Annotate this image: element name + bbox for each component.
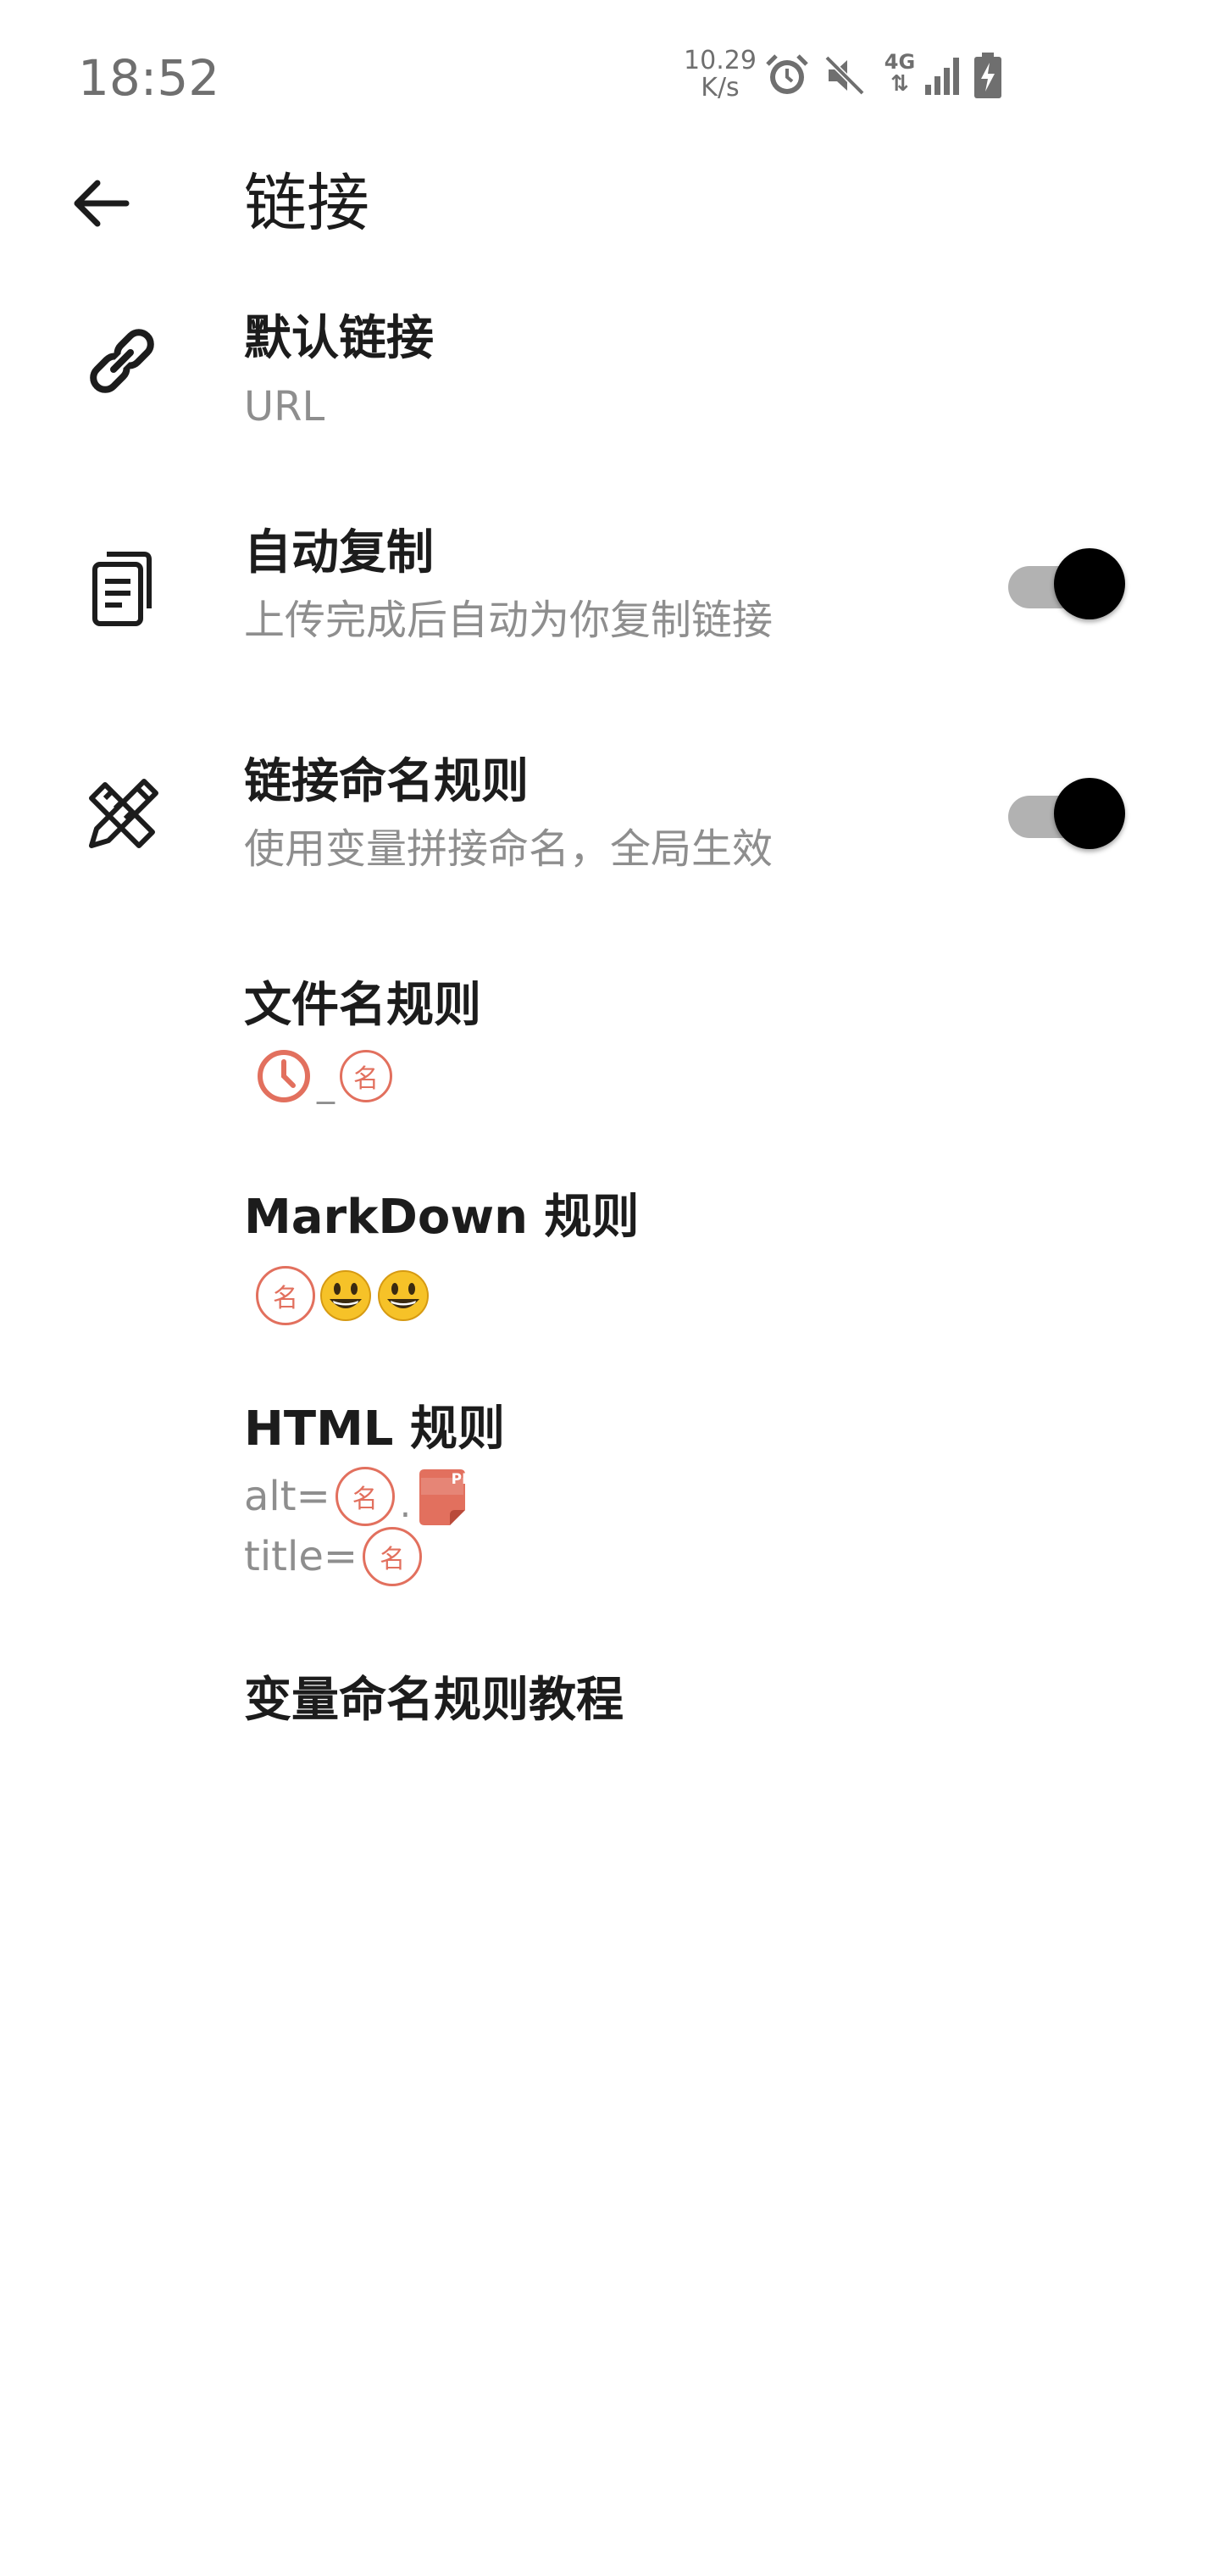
setting-naming-rule[interactable]: 链接命名规则 使用变量拼接命名，全局生效 [0, 737, 1220, 907]
markdown-rule-title: MarkDown 规则 [244, 1188, 639, 1247]
tutorial-title: 变量命名规则教程 [244, 1673, 624, 1728]
4g-data-icon: 4G ⇅ [883, 51, 917, 95]
alt-separator: . [399, 1483, 412, 1525]
alt-label: alt= [244, 1473, 330, 1520]
filename-rule-tokens: _ 名 [256, 1047, 392, 1104]
html-rule-title-attr: title= 名 [244, 1527, 423, 1586]
battery-charging-icon [974, 53, 1001, 98]
emoji-smile-icon [320, 1270, 371, 1321]
signal-icon [925, 58, 959, 95]
auto-copy-title: 自动复制 [244, 525, 434, 580]
toggle-thumb [1054, 548, 1125, 619]
network-speed: 10.29 K/s [678, 47, 762, 102]
setting-tutorial[interactable]: 变量命名规则教程 [0, 1652, 1220, 1754]
mute-icon [824, 55, 865, 96]
clock-token-icon [258, 1049, 310, 1102]
markdown-rule-tokens: 名 [256, 1266, 430, 1325]
title-label: title= [244, 1533, 358, 1580]
arrow-left-icon [74, 180, 130, 227]
default-link-value: URL [244, 383, 325, 430]
png-badge-label: PNG [451, 1471, 486, 1488]
naming-rule-toggle[interactable] [1008, 776, 1128, 852]
network-type: 4G [884, 50, 916, 74]
markdown-rule-title-text: MarkDown 规则 [244, 1190, 640, 1245]
link-icon [78, 317, 166, 405]
status-bar: 18:52 10.29 K/s 4G ⇅ [0, 0, 1220, 144]
setting-default-link[interactable]: 默认链接 URL [0, 288, 1220, 458]
auto-copy-subtitle: 上传完成后自动为你复制链接 [244, 597, 774, 644]
setting-auto-copy[interactable]: 自动复制 上传完成后自动为你复制链接 [0, 508, 1220, 678]
clipboard-icon [78, 542, 166, 630]
pencil-ruler-icon [78, 771, 166, 859]
naming-rule-title: 链接命名规则 [244, 754, 529, 809]
token-separator: _ [317, 1063, 335, 1104]
link-settings-screen: 18:52 10.29 K/s 4G ⇅ 链接 默认链接 URL 自动复制 上传… [0, 0, 1220, 2576]
network-speed-unit: K/s [701, 73, 740, 103]
auto-copy-toggle[interactable] [1008, 547, 1128, 623]
default-link-title: 默认链接 [244, 311, 434, 366]
html-rule-title: HTML 规则 [244, 1402, 505, 1457]
network-speed-value: 10.29 [684, 46, 757, 75]
setting-markdown-rule[interactable]: MarkDown 规则 名 [0, 1178, 1220, 1347]
name-token: 名 [363, 1527, 423, 1586]
naming-rule-subtitle: 使用变量拼接命名，全局生效 [244, 825, 774, 873]
toggle-thumb [1054, 778, 1125, 849]
status-time: 18:52 [78, 49, 220, 107]
data-arrows: ⇅ [890, 71, 909, 97]
name-token: 名 [256, 1266, 315, 1325]
setting-html-rule[interactable]: HTML 规则 alt= 名 . PNG title= 名 [0, 1390, 1220, 1618]
name-token: 名 [340, 1049, 392, 1102]
back-button[interactable] [58, 161, 142, 246]
emoji-smile-icon [378, 1270, 429, 1321]
filename-rule-title: 文件名规则 [244, 978, 481, 1033]
alarm-icon [766, 54, 808, 94]
page-title: 链接 [244, 167, 369, 240]
setting-filename-rule[interactable]: 文件名规则 _ 名 [0, 966, 1220, 1135]
html-rule-alt: alt= 名 . PNG [244, 1466, 485, 1527]
name-token: 名 [335, 1467, 395, 1526]
